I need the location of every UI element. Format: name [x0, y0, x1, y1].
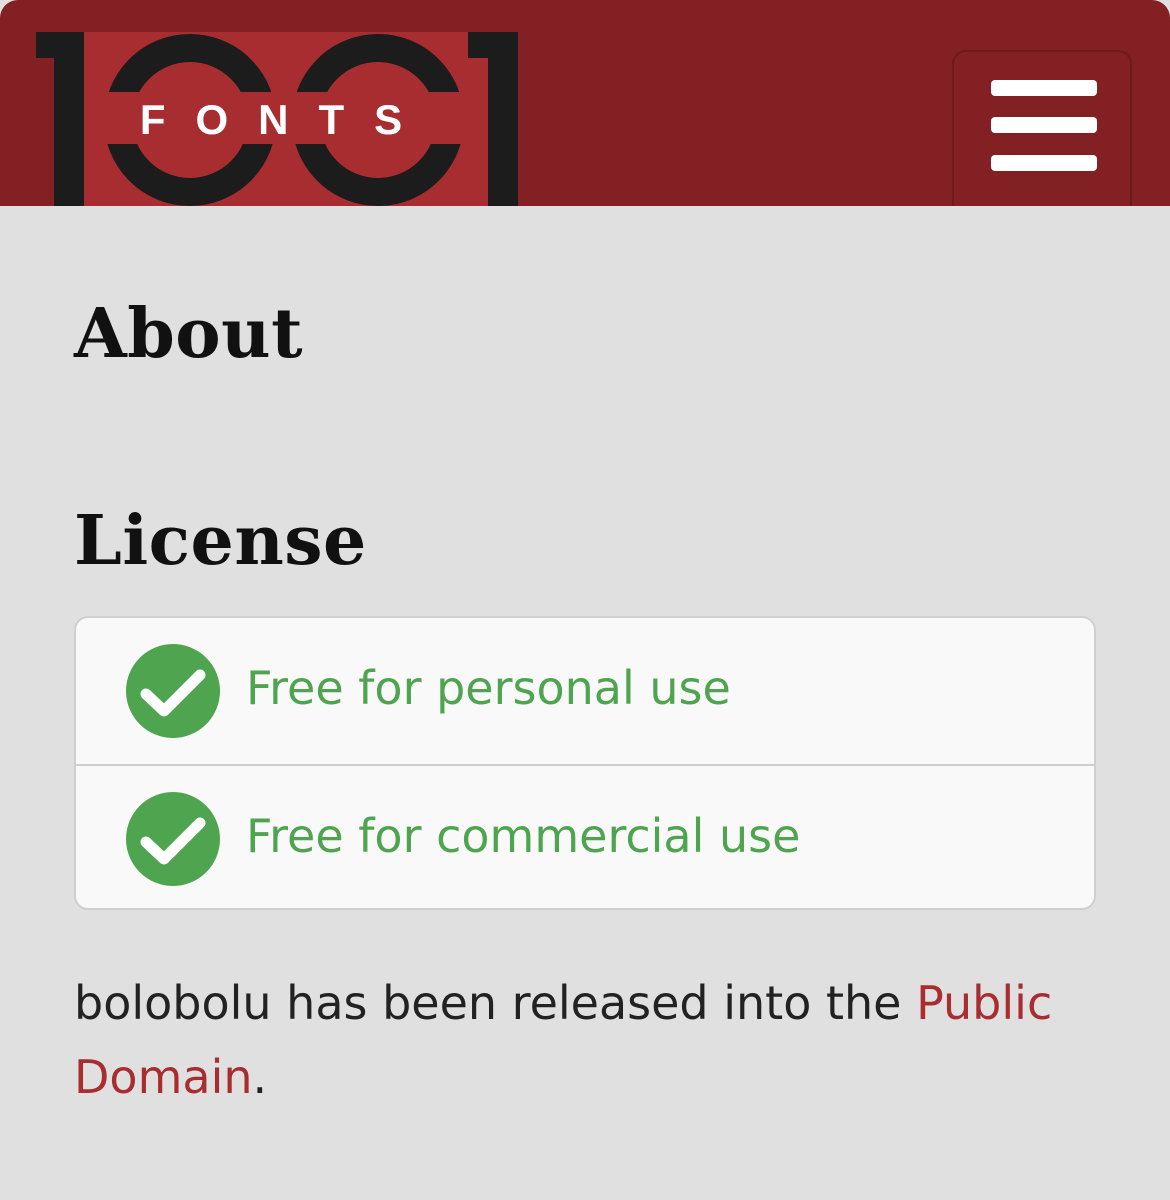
license-card: Free for personal use Free for commercia… [74, 616, 1096, 910]
menu-button[interactable] [952, 50, 1132, 206]
check-circle-icon [126, 644, 220, 738]
license-item-label: Free for commercial use [246, 809, 801, 863]
site-logo[interactable]: FONTS [36, 32, 520, 206]
license-description-suffix: . [252, 1050, 268, 1104]
license-description-text: bolobolu has been released into the [74, 976, 917, 1030]
license-item-label: Free for personal use [246, 661, 731, 715]
about-heading: About [74, 294, 304, 374]
site-header: FONTS [0, 0, 1170, 206]
check-circle-icon [126, 792, 220, 886]
license-description: bolobolu has been released into the Publ… [74, 966, 1096, 1114]
license-heading: License [74, 501, 367, 581]
logo-text: FONTS [140, 96, 432, 143]
license-item-commercial: Free for commercial use [76, 764, 1094, 908]
license-item-personal: Free for personal use [76, 618, 1094, 764]
